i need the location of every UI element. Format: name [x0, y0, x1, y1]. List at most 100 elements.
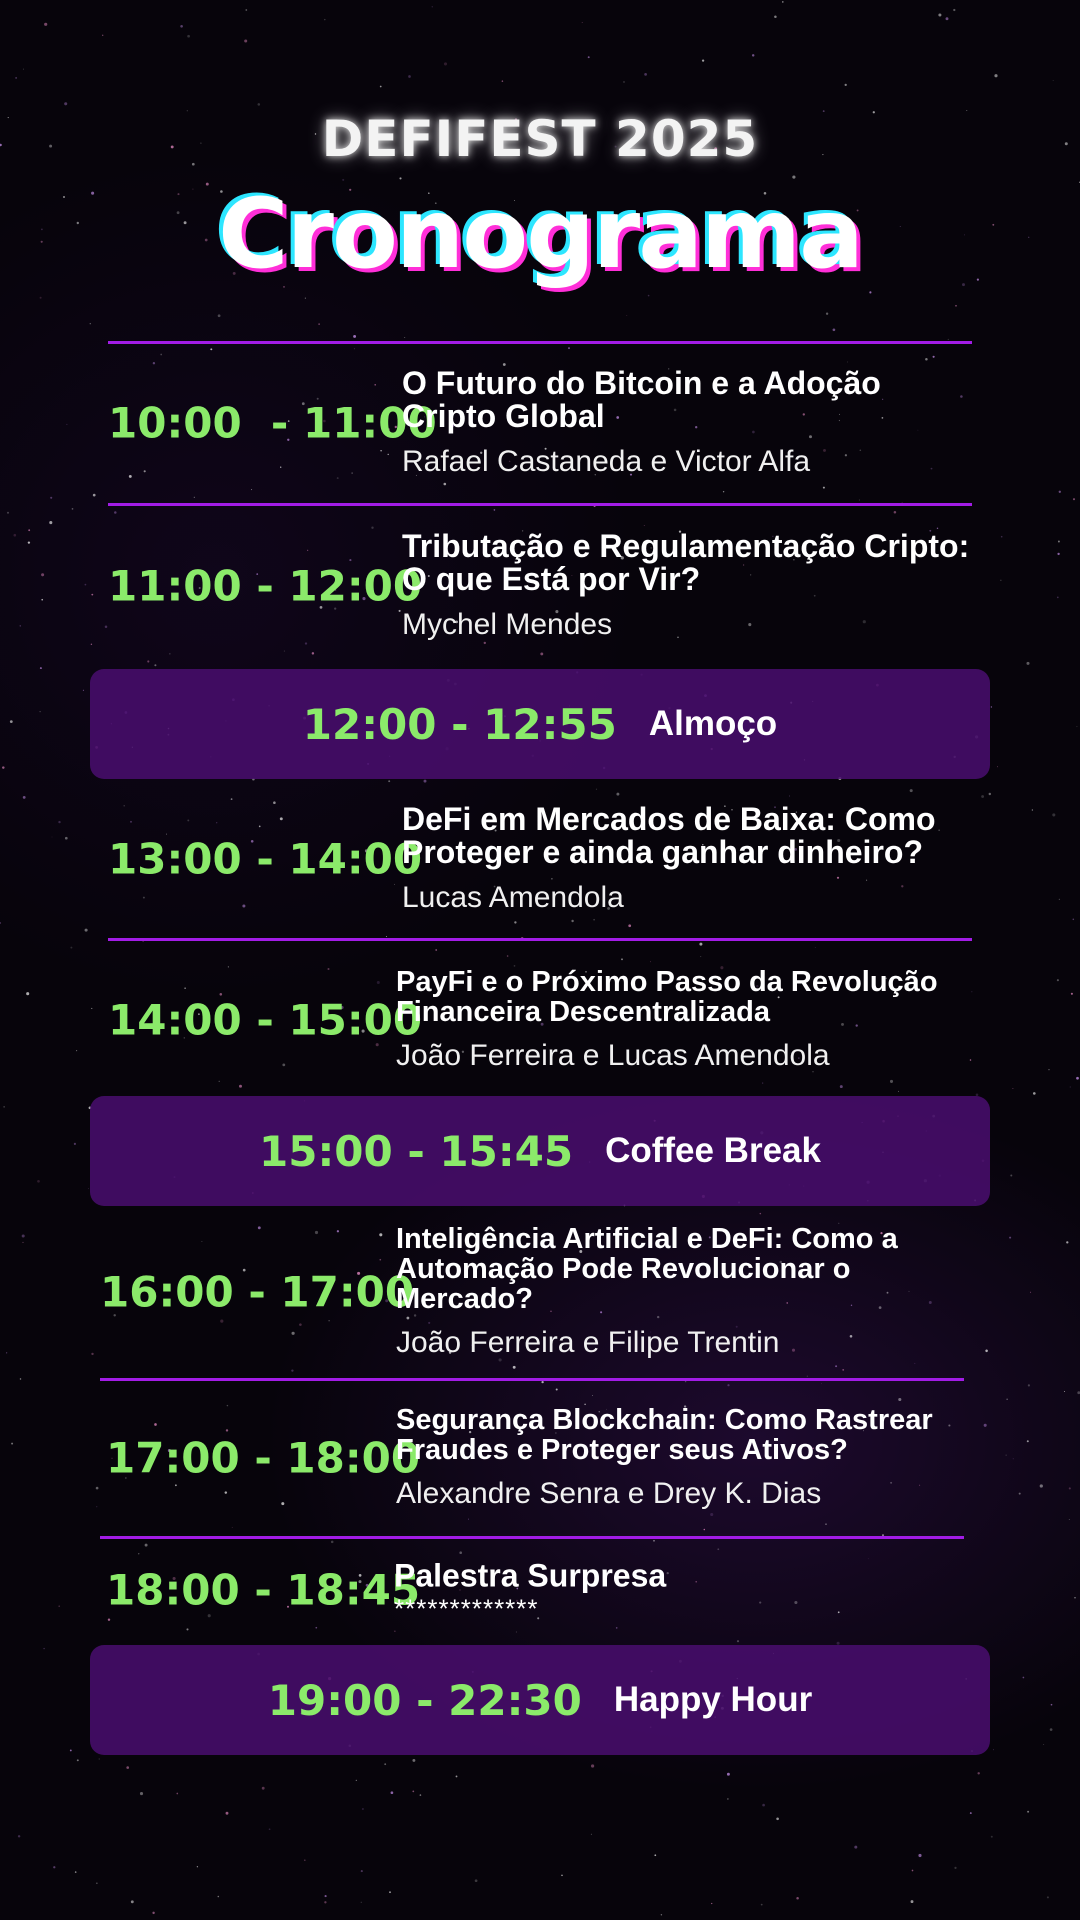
star	[587, 56, 590, 59]
star	[360, 1870, 363, 1873]
star	[304, 297, 306, 299]
star	[87, 1188, 89, 1190]
divider	[108, 938, 972, 941]
star	[139, 1792, 144, 1796]
star	[39, 296, 42, 299]
star	[176, 1792, 179, 1795]
schedule-item: 16:00 - 17:00 Inteligência Artificial e …	[0, 1212, 1080, 1372]
star	[644, 73, 647, 76]
session-speaker: Mychel Mendes	[402, 608, 613, 641]
star	[736, 1640, 740, 1643]
session-info: Palestra Surpresa *************	[394, 1559, 974, 1622]
session-title: Inteligência Artificial e DeFi: Como a A…	[396, 1223, 898, 1315]
star	[591, 1764, 595, 1768]
star	[257, 103, 261, 106]
star	[858, 499, 860, 501]
session-time: 11:00 - 12:00	[108, 561, 423, 611]
star	[993, 1749, 994, 1751]
star	[412, 1790, 415, 1793]
break-label: Coffee Break	[605, 1131, 821, 1170]
star	[947, 338, 949, 340]
session-speaker: Alexandre Senra e Drey K. Dias	[396, 1477, 822, 1510]
star	[152, 1911, 155, 1915]
star	[1026, 661, 1030, 665]
session-title: PayFi e o Próximo Passo da Revolução Fin…	[396, 966, 938, 1028]
star	[225, 1811, 229, 1815]
star	[390, 1791, 394, 1795]
star	[245, 9, 248, 11]
star	[945, 17, 949, 21]
star	[423, 779, 427, 783]
star	[751, 54, 755, 57]
star	[654, 1854, 657, 1857]
session-speaker: Lucas Amendola	[402, 881, 624, 914]
star	[268, 1828, 271, 1831]
star	[388, 780, 391, 783]
star	[953, 8, 956, 12]
session-info: Inteligência Artificial e DeFi: Como a A…	[396, 1224, 956, 1360]
star	[1046, 1896, 1049, 1899]
session-time: 14:00 - 15:00	[108, 995, 423, 1045]
break-bar-lunch: 12:00 - 12:55 Almoço	[90, 669, 990, 779]
star	[385, 936, 387, 937]
star	[71, 508, 74, 510]
star	[541, 1380, 544, 1384]
star	[623, 81, 625, 83]
star	[389, 1891, 391, 1894]
star	[3, 1106, 5, 1108]
star	[76, 1759, 79, 1762]
schedule-item: 14:00 - 15:00 PayFi e o Próximo Passo da…	[0, 945, 1080, 1095]
break-time: 12:00 - 12:55	[302, 699, 617, 749]
event-name: DEFIFEST 2025	[321, 110, 759, 168]
star	[180, 24, 183, 28]
star	[355, 1779, 357, 1781]
star	[501, 80, 504, 82]
star	[318, 323, 320, 325]
star	[1010, 1174, 1013, 1177]
star	[404, 337, 406, 338]
star	[844, 83, 847, 87]
star	[9, 720, 13, 723]
star	[1076, 726, 1078, 728]
star	[39, 667, 42, 670]
star	[726, 1772, 730, 1776]
star	[911, 1869, 914, 1872]
star	[977, 1772, 980, 1775]
star	[711, 1902, 713, 1905]
session-info: Tributação e Regulamentação Cripto: O qu…	[402, 530, 982, 642]
star	[324, 18, 326, 21]
star	[89, 323, 91, 325]
schedule-poster: DEFIFEST 2025 Cronograma 10:00 - 11:00 O…	[0, 0, 1080, 1920]
session-time: 10:00 - 11:00	[108, 398, 437, 448]
star	[196, 1866, 199, 1868]
break-label: Happy Hour	[613, 1680, 813, 1719]
star	[760, 1903, 763, 1906]
star	[1052, 79, 1054, 82]
star	[1027, 1810, 1030, 1813]
star	[126, 1766, 130, 1769]
star	[361, 1807, 364, 1811]
star	[96, 1882, 98, 1884]
divider	[100, 1378, 964, 1381]
star	[324, 1895, 327, 1898]
star	[19, 1378, 22, 1380]
session-info: O Futuro do Bitcoin e a Adoção Cripto Gl…	[402, 367, 982, 479]
break-bar-happy-hour: 19:00 - 22:30 Happy Hour	[90, 1645, 990, 1755]
star	[910, 1900, 914, 1904]
star	[43, 1647, 45, 1650]
star	[2, 766, 5, 769]
star	[1022, 1676, 1025, 1679]
star	[353, 334, 357, 338]
star	[626, 315, 628, 317]
star	[53, 1866, 56, 1869]
star	[990, 1835, 993, 1838]
star	[969, 1812, 972, 1815]
schedule-item: 18:00 - 18:45 Palestra Surpresa ********…	[0, 1542, 1080, 1637]
session-time: 16:00 - 17:00	[100, 1267, 415, 1317]
star	[69, 1749, 72, 1752]
break-time: 19:00 - 22:30	[267, 1675, 582, 1725]
star	[39, 710, 41, 713]
session-speaker: João Ferreira e Lucas Amendola	[396, 1039, 830, 1072]
star	[74, 1871, 77, 1873]
star	[727, 1798, 729, 1800]
